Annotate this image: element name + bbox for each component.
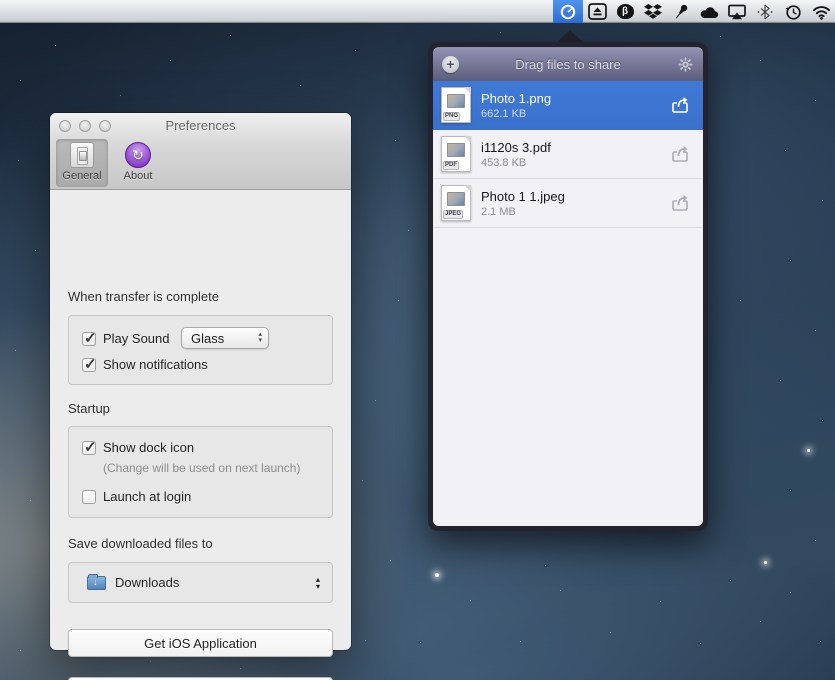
tab-about[interactable]: ↻ About xyxy=(112,139,164,187)
tab-about-label: About xyxy=(124,170,153,182)
file-badge: PNG xyxy=(443,112,460,121)
add-file-button[interactable]: + xyxy=(442,56,459,73)
menubar-bluetooth-icon[interactable] xyxy=(751,0,779,23)
play-sound-checkbox[interactable] xyxy=(82,332,96,346)
save-section-heading: Save downloaded files to xyxy=(68,536,213,551)
bright-star xyxy=(807,449,810,452)
general-switch-icon xyxy=(70,142,94,168)
menubar-pin-icon[interactable] xyxy=(667,0,695,23)
window-chrome: Preferences General ↻ About xyxy=(50,113,351,190)
file-list: PNG Photo 1.png 662.1 KB PDF xyxy=(433,81,703,526)
play-sound-label: Play Sound xyxy=(103,331,170,346)
share-file-button[interactable] xyxy=(669,194,693,213)
gear-icon xyxy=(678,57,693,72)
tab-general[interactable]: General xyxy=(56,139,108,187)
transfer-section-heading: When transfer is complete xyxy=(68,289,219,304)
file-type-icon: PDF xyxy=(441,136,471,172)
show-dock-icon-label: Show dock icon xyxy=(103,440,194,455)
get-ios-application-button[interactable]: Get iOS Application xyxy=(68,629,333,657)
preferences-content: When transfer is complete Play Sound Gla… xyxy=(50,191,351,650)
download-folder-select[interactable]: Downloads ▴▾ xyxy=(68,562,333,603)
menubar-cloud-icon[interactable] xyxy=(695,0,723,23)
download-folder-value: Downloads xyxy=(115,575,316,590)
file-name: i1120s 3.pdf xyxy=(481,140,551,155)
show-notifications-checkbox[interactable] xyxy=(82,358,96,372)
file-size: 662.1 KB xyxy=(481,108,551,120)
menubar-wifi-icon[interactable] xyxy=(807,0,835,23)
window-title: Preferences xyxy=(50,118,351,133)
file-badge: PDF xyxy=(443,161,459,170)
dock-change-note: (Change will be used on next launch) xyxy=(103,461,300,475)
launch-at-login-checkbox[interactable] xyxy=(82,490,96,504)
file-size: 453.8 KB xyxy=(481,157,551,169)
transfer-group-box: Play Sound Glass ▴▾ Show notifications xyxy=(68,315,333,385)
menubar-timemachine-icon[interactable] xyxy=(779,0,807,23)
app-clock-icon xyxy=(559,3,577,21)
menu-bar: β xyxy=(0,0,835,23)
menubar-eject-icon[interactable] xyxy=(583,0,611,23)
stepper-arrows-icon: ▴▾ xyxy=(258,332,262,344)
file-row[interactable]: JPEG Photo 1 1.jpeg 2.1 MB xyxy=(433,179,703,228)
eject-box-icon xyxy=(588,3,607,20)
launch-at-login-label: Launch at login xyxy=(103,489,191,504)
show-dock-icon-checkbox[interactable] xyxy=(82,441,96,455)
menubar-airplay-icon[interactable] xyxy=(723,0,751,23)
menubar-app-icon[interactable] xyxy=(553,0,583,23)
share-file-button[interactable] xyxy=(669,145,693,164)
airplay-icon xyxy=(728,4,746,20)
cloud-icon xyxy=(700,5,719,19)
bluetooth-icon xyxy=(756,3,774,21)
dropbox-icon xyxy=(644,3,662,20)
file-name: Photo 1.png xyxy=(481,91,551,106)
bright-star xyxy=(435,573,439,577)
popover-header: + Drag files to share xyxy=(433,47,703,81)
file-size: 2.1 MB xyxy=(481,206,565,218)
downloads-folder-icon xyxy=(87,576,106,590)
tab-general-label: General xyxy=(62,170,101,182)
sound-select[interactable]: Glass ▴▾ xyxy=(181,327,269,349)
share-file-button[interactable] xyxy=(669,96,693,115)
popover-frame: + Drag files to share xyxy=(428,42,708,531)
settings-button[interactable] xyxy=(677,57,694,72)
about-swirl-icon: ↻ xyxy=(125,142,151,168)
status-icons: β xyxy=(553,0,835,23)
share-icon xyxy=(669,194,693,213)
file-badge: JPEG xyxy=(443,210,463,219)
startup-section-heading: Startup xyxy=(68,401,110,416)
file-row[interactable]: PDF i1120s 3.pdf 453.8 KB xyxy=(433,130,703,179)
file-type-icon: JPEG xyxy=(441,185,471,221)
show-notifications-label: Show notifications xyxy=(103,357,208,372)
share-icon xyxy=(669,96,693,115)
menubar-dropbox-icon[interactable] xyxy=(639,0,667,23)
preferences-toolbar: General ↻ About xyxy=(56,139,164,187)
startup-group-box: Show dock icon (Change will be used on n… xyxy=(68,426,333,518)
file-type-icon: PNG xyxy=(441,87,471,123)
sound-select-value: Glass xyxy=(191,331,258,346)
time-machine-icon xyxy=(784,3,802,21)
pin-icon xyxy=(672,3,690,21)
share-icon xyxy=(669,145,693,164)
wifi-icon xyxy=(812,3,831,20)
popover-title: Drag files to share xyxy=(459,57,677,72)
beta-icon: β xyxy=(617,4,634,19)
stepper-arrows-icon: ▴▾ xyxy=(316,576,320,590)
menubar-beta-icon[interactable]: β xyxy=(611,0,639,23)
bright-star xyxy=(764,561,767,564)
preferences-window: Preferences General ↻ About When transfe… xyxy=(50,113,351,650)
file-name: Photo 1 1.jpeg xyxy=(481,189,565,204)
file-row[interactable]: PNG Photo 1.png 662.1 KB xyxy=(433,81,703,130)
